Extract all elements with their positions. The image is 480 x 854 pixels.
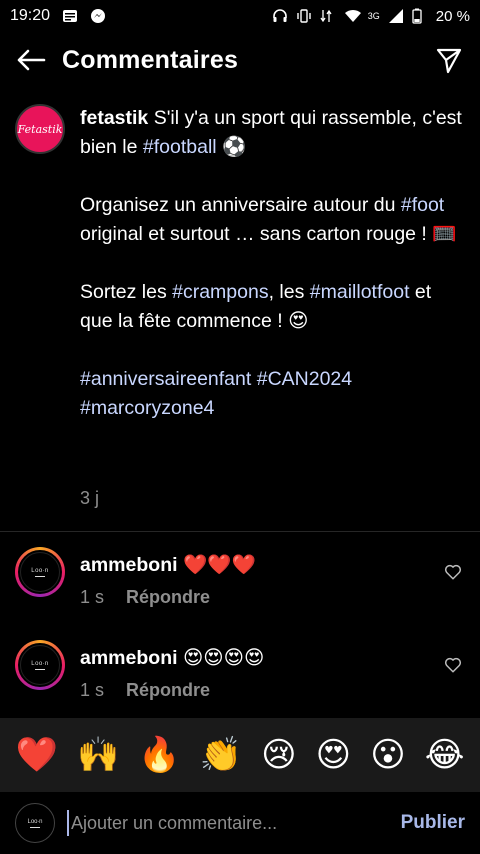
comment-meta: 1 s Répondre xyxy=(80,680,210,701)
avatar-logo-text: Fetastik xyxy=(17,122,63,136)
caption-text: fetastik S'il y'a un sport qui rassemble… xyxy=(80,104,465,423)
hashtag-link[interactable]: #maillotfoot xyxy=(310,281,410,303)
comment-item: Loo∙n ammeboni ❤️❤️❤️ 1 s Répondre xyxy=(0,547,480,627)
signal-icon xyxy=(388,8,404,24)
caption-line: Sortez les xyxy=(80,281,173,303)
publish-button[interactable]: Publier xyxy=(401,812,465,834)
status-time: 19:20 xyxy=(10,7,51,24)
emoji-heart[interactable]: ❤️ xyxy=(16,735,58,775)
avatar: Loo∙n xyxy=(15,803,55,843)
back-button[interactable] xyxy=(14,43,48,77)
notification-icon xyxy=(62,8,78,24)
caption-line: , les xyxy=(268,281,310,303)
avatar[interactable]: Loo∙n xyxy=(15,547,65,597)
reply-button[interactable]: Répondre xyxy=(126,587,210,608)
hashtag-link[interactable]: #marcoryzone4 xyxy=(80,397,214,419)
battery-icon xyxy=(412,8,428,24)
comment-input-bar: Loo∙n Publier xyxy=(0,792,480,854)
vibrate-icon xyxy=(296,8,312,24)
comment-text: 😍😍😍😍 xyxy=(182,647,265,669)
avatar[interactable]: Fetastik xyxy=(15,104,65,154)
hashtag-link[interactable]: #crampons xyxy=(172,281,268,303)
divider xyxy=(0,531,480,532)
send-icon xyxy=(436,48,462,74)
comment-input[interactable] xyxy=(67,810,391,836)
hashtag-link[interactable]: #CAN2024 xyxy=(257,368,352,390)
post-caption: Fetastik fetastik S'il y'a un sport qui … xyxy=(0,98,480,530)
messenger-icon xyxy=(90,8,106,24)
comment-username[interactable]: ammeboni xyxy=(80,647,178,669)
network-type: 3G xyxy=(367,11,380,21)
emoji-heart-eyes[interactable]: 😍 xyxy=(316,735,351,775)
hashtag-link[interactable]: #anniversaireenfant xyxy=(80,368,251,390)
headphones-icon xyxy=(272,8,288,24)
emoji-quick-bar: ❤️ 🙌 🔥 👏 😢 😍 😮 😂 xyxy=(0,718,480,792)
like-heart-icon[interactable] xyxy=(444,563,462,581)
comment-meta: 1 s Répondre xyxy=(80,587,210,608)
comment-item: Loo∙n ammeboni 😍😍😍😍 1 s Répondre xyxy=(0,640,480,720)
reply-button[interactable]: Répondre xyxy=(126,680,210,701)
comment-body: ammeboni ❤️❤️❤️ xyxy=(80,553,256,577)
caption-line: original et surtout … sans carton rouge … xyxy=(80,223,457,245)
back-arrow-icon xyxy=(17,49,46,71)
emoji-fire[interactable]: 🔥 xyxy=(138,735,180,775)
avatar[interactable]: Loo∙n xyxy=(15,640,65,690)
share-button[interactable] xyxy=(432,43,466,77)
emoji-raised-hands[interactable]: 🙌 xyxy=(77,735,119,775)
like-heart-icon[interactable] xyxy=(444,656,462,674)
comment-username[interactable]: ammeboni xyxy=(80,554,178,576)
wifi-icon xyxy=(344,8,361,24)
emoji-crying[interactable]: 😢 xyxy=(261,735,296,775)
header: Commentaires xyxy=(0,32,480,88)
hashtag-link[interactable]: #foot xyxy=(401,194,444,216)
comment-body: ammeboni 😍😍😍😍 xyxy=(80,646,264,670)
data-arrows-icon xyxy=(320,8,336,24)
battery-level: 20 % xyxy=(435,7,470,25)
caption-line: Organisez un anniversaire autour du xyxy=(80,194,401,216)
status-bar: 19:20 3G 20 % xyxy=(0,0,480,32)
caption-time: 3 j xyxy=(80,488,100,508)
page-title: Commentaires xyxy=(62,45,239,74)
comment-text: ❤️❤️❤️ xyxy=(182,554,256,576)
caption-emoji: ⚽ xyxy=(216,136,247,158)
emoji-clap[interactable]: 👏 xyxy=(200,735,242,775)
emoji-surprised[interactable]: 😮 xyxy=(370,735,405,775)
hashtag-link[interactable]: #football xyxy=(143,136,217,158)
comment-time: 1 s xyxy=(80,587,105,607)
emoji-laughing[interactable]: 😂 xyxy=(425,735,465,775)
comment-time: 1 s xyxy=(80,680,105,700)
caption-username[interactable]: fetastik xyxy=(80,107,148,129)
